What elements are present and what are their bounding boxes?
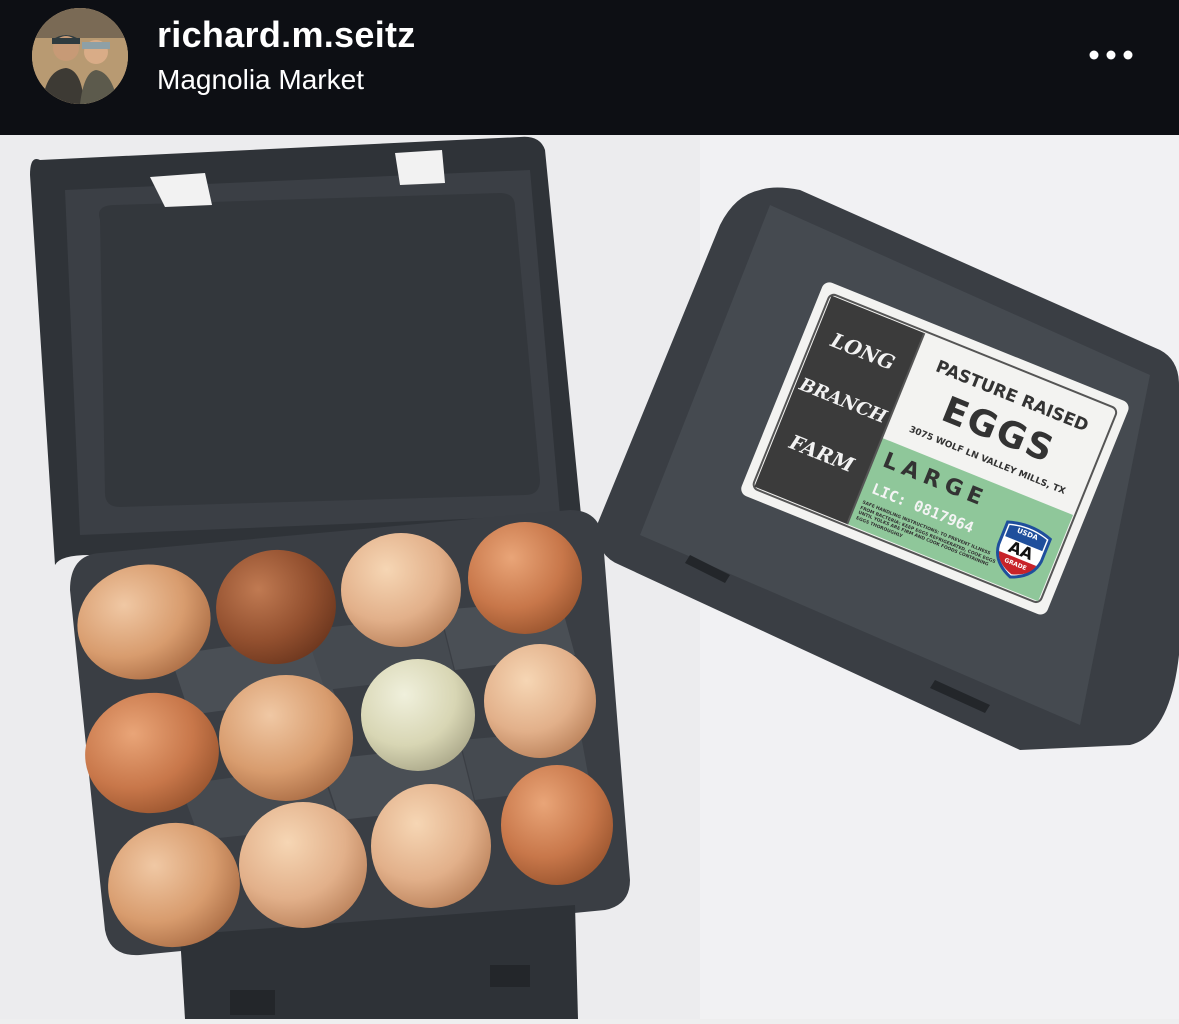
post-username[interactable]: richard.m.seitz	[157, 14, 416, 56]
label-farm-line1: LONG	[827, 327, 899, 376]
post-location[interactable]: Magnolia Market	[157, 64, 364, 96]
profile-avatar[interactable]	[32, 8, 128, 104]
more-horizontal-icon[interactable]	[1082, 40, 1142, 70]
label-farm-line3: FARM	[786, 429, 858, 478]
label-farm-line2: BRANCH	[796, 374, 890, 428]
post-photo[interactable]: LONG BRANCH FARM PASTURE RAISED EGGS 307…	[0, 135, 1179, 1019]
open-carton-lid	[30, 136, 583, 565]
usda-shield-icon: USDA AA GRADE	[984, 515, 1056, 589]
avatar-image	[32, 8, 128, 104]
post-header: richard.m.seitz Magnolia Market	[0, 0, 1179, 135]
